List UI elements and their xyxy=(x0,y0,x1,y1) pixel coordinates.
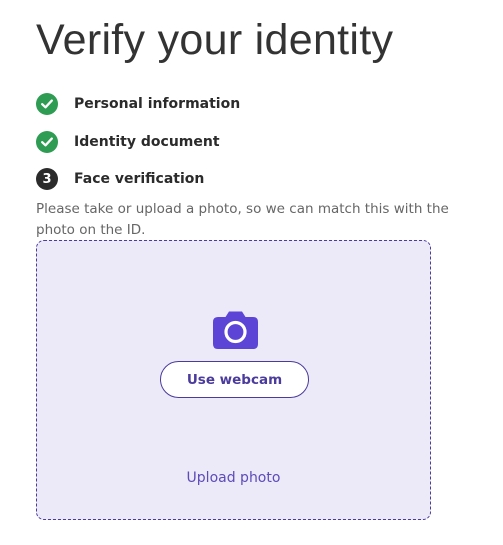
photo-upload-dropzone[interactable]: Use webcam Upload photo xyxy=(36,240,431,520)
page-title: Verify your identity xyxy=(36,16,394,64)
check-icon xyxy=(36,130,58,153)
check-icon xyxy=(36,93,58,115)
step-face-verification: 3 Face verification xyxy=(36,166,476,192)
progress-steps: Personal information Identity document 3… xyxy=(36,91,476,204)
step-label: Personal information xyxy=(74,96,241,112)
step-label: Face verification xyxy=(74,171,205,187)
use-webcam-button[interactable]: Use webcam xyxy=(160,361,309,398)
camera-icon xyxy=(213,311,258,349)
step-personal-information: Personal information xyxy=(36,91,476,117)
step-label: Identity document xyxy=(74,133,220,150)
instructions-text: Please take or upload a photo, so we can… xyxy=(36,201,449,238)
step-identity-document: Identity document xyxy=(36,129,476,155)
upload-photo-link[interactable]: Upload photo xyxy=(37,470,430,486)
step-number-badge: 3 xyxy=(36,168,58,190)
